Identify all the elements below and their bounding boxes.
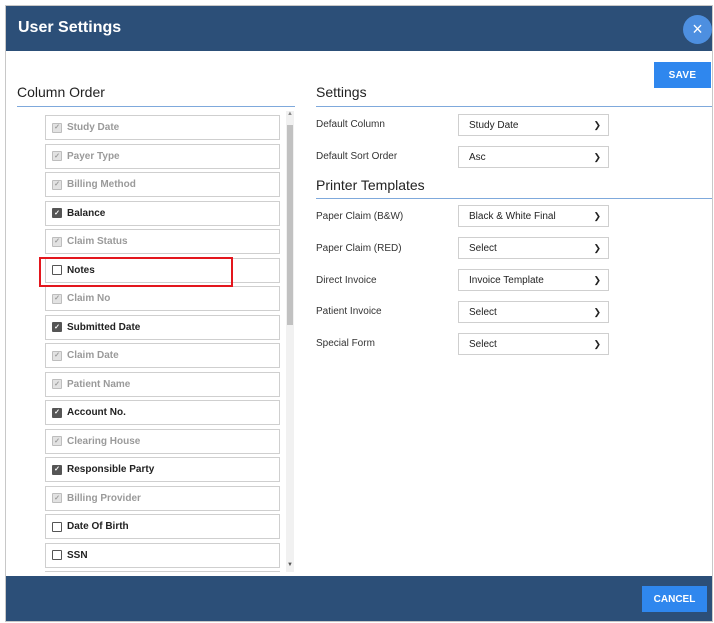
checkbox-icon[interactable]	[52, 521, 62, 532]
paper-claim-red-label: Paper Claim (RED)	[316, 243, 402, 254]
column-order-item-label: Study Date	[67, 122, 120, 133]
default-sort-order-label: Default Sort Order	[316, 151, 398, 162]
printer-templates-title: Printer Templates	[316, 177, 425, 193]
column-order-item-label: Clearing House	[67, 435, 141, 447]
column-order-item[interactable]: Date Of Birth	[45, 514, 280, 539]
direct-invoice-label: Direct Invoice	[316, 275, 377, 286]
paper-claim-bw-label: Paper Claim (B&W)	[316, 211, 404, 222]
default-column-value: Study Date	[469, 119, 519, 131]
checkbox-icon[interactable]: ✓	[52, 493, 62, 503]
settings-divider	[316, 106, 712, 107]
column-order-item-label: Account No.	[67, 407, 126, 418]
column-order-item[interactable]: ✓ Claim Date	[45, 343, 280, 368]
default-column-label: Default Column	[316, 119, 385, 130]
special-form-select[interactable]: Select ❯	[458, 333, 609, 355]
dialog-title: User Settings	[18, 19, 122, 36]
column-order-item[interactable]: SSN	[45, 542, 280, 568]
paper-claim-bw-value: Black & White Final	[469, 210, 556, 222]
checkbox-icon[interactable]: ✓	[52, 236, 62, 247]
column-order-item-label: Claim No	[67, 293, 111, 304]
paper-claim-red-value: Select	[469, 242, 497, 254]
patient-invoice-value: Select	[469, 306, 497, 318]
chevron-down-icon: ❯	[593, 275, 601, 285]
scroll-thumb[interactable]	[287, 125, 293, 325]
column-list-scrollbar[interactable]: ▲ ▼	[286, 111, 294, 572]
default-sort-order-value: Asc	[469, 151, 486, 163]
checkbox-icon[interactable]: ✓	[52, 151, 62, 161]
column-order-item[interactable]: ✓ Responsible Party	[45, 457, 280, 482]
scroll-down-icon[interactable]: ▼	[286, 562, 294, 572]
chevron-down-icon: ❯	[593, 339, 601, 349]
chevron-down-icon: ❯	[593, 120, 601, 130]
column-order-item[interactable]: ✓ Billing Provider	[45, 485, 280, 511]
column-order-item[interactable]	[45, 571, 280, 572]
column-order-item[interactable]: ✓ Patient Name	[45, 371, 280, 397]
special-form-value: Select	[469, 338, 497, 350]
column-order-item[interactable]: ✓ Claim No	[45, 286, 280, 311]
column-order-list[interactable]: ▲ ▼ ✓ Study Date ✓ Payer Type ✓ Billing Metho…	[43, 111, 294, 572]
save-button[interactable]: SAVE	[654, 62, 711, 88]
chevron-down-icon: ❯	[593, 152, 601, 162]
checkbox-icon[interactable]: ✓	[52, 122, 62, 133]
column-order-item[interactable]: ✓ Account No.	[45, 400, 280, 425]
checkbox-icon[interactable]: ✓	[52, 293, 62, 304]
checkbox-icon[interactable]: ✓	[52, 208, 62, 218]
checkbox-icon[interactable]: ✓	[52, 464, 62, 475]
column-order-item[interactable]: ✓ Billing Method	[45, 172, 280, 197]
column-order-item-label: Claim Date	[67, 350, 119, 361]
cancel-button[interactable]: CANCEL	[642, 586, 707, 612]
column-order-item-label: Date Of Birth	[67, 521, 129, 532]
chevron-down-icon: ❯	[593, 211, 601, 221]
column-order-item-label: Responsible Party	[67, 464, 155, 475]
dialog-footer: CANCEL	[6, 576, 712, 621]
chevron-down-icon: ❯	[593, 243, 601, 253]
default-column-select[interactable]: Study Date ❯	[458, 114, 609, 136]
column-order-item-label: Balance	[67, 207, 106, 219]
checkbox-icon[interactable]	[52, 550, 62, 560]
close-icon[interactable]: ×	[683, 15, 712, 44]
default-sort-order-select[interactable]: Asc ❯	[458, 146, 609, 168]
patient-invoice-label: Patient Invoice	[316, 306, 382, 317]
settings-title: Settings	[316, 84, 367, 100]
column-order-item-label: Billing Method	[67, 179, 136, 190]
checkbox-icon[interactable]: ✓	[52, 350, 62, 361]
direct-invoice-select[interactable]: Invoice Template ❯	[458, 269, 609, 291]
column-order-item[interactable]: ✓ Balance	[45, 200, 280, 226]
column-order-item-label: Claim Status	[67, 236, 128, 247]
column-order-title: Column Order	[17, 84, 105, 100]
column-order-item[interactable]: ✓ Payer Type	[45, 143, 280, 169]
column-order-item-label: Submitted Date	[67, 321, 141, 333]
paper-claim-red-select[interactable]: Select ❯	[458, 237, 609, 259]
checkbox-icon[interactable]: ✓	[52, 407, 62, 418]
checkbox-icon[interactable]: ✓	[52, 322, 62, 332]
dialog-header: User Settings ×	[6, 6, 712, 51]
column-order-item-label: Billing Provider	[67, 492, 141, 504]
special-form-label: Special Form	[316, 338, 375, 349]
column-order-item[interactable]: ✓ Submitted Date	[45, 314, 280, 340]
patient-invoice-select[interactable]: Select ❯	[458, 301, 609, 323]
checkbox-icon[interactable]: ✓	[52, 179, 62, 190]
direct-invoice-value: Invoice Template	[469, 274, 544, 286]
user-settings-dialog: User Settings × SAVE Column Order ▲ ▼ ✓ S…	[5, 5, 713, 622]
column-order-item-label: SSN	[67, 549, 88, 561]
notes-highlight-box	[39, 257, 233, 287]
chevron-down-icon: ❯	[593, 307, 601, 317]
checkbox-icon[interactable]: ✓	[52, 379, 62, 389]
column-order-item-label: Patient Name	[67, 378, 131, 390]
column-order-item-label: Payer Type	[67, 150, 120, 162]
column-order-item[interactable]: ✓ Clearing House	[45, 428, 280, 454]
column-order-item[interactable]: ✓ Study Date	[45, 115, 280, 140]
paper-claim-bw-select[interactable]: Black & White Final ❯	[458, 205, 609, 227]
printer-templates-divider	[316, 198, 712, 199]
checkbox-icon[interactable]: ✓	[52, 436, 62, 446]
column-order-divider	[17, 106, 295, 107]
scroll-up-icon[interactable]: ▲	[286, 111, 294, 121]
column-order-item[interactable]: ✓ Claim Status	[45, 229, 280, 254]
